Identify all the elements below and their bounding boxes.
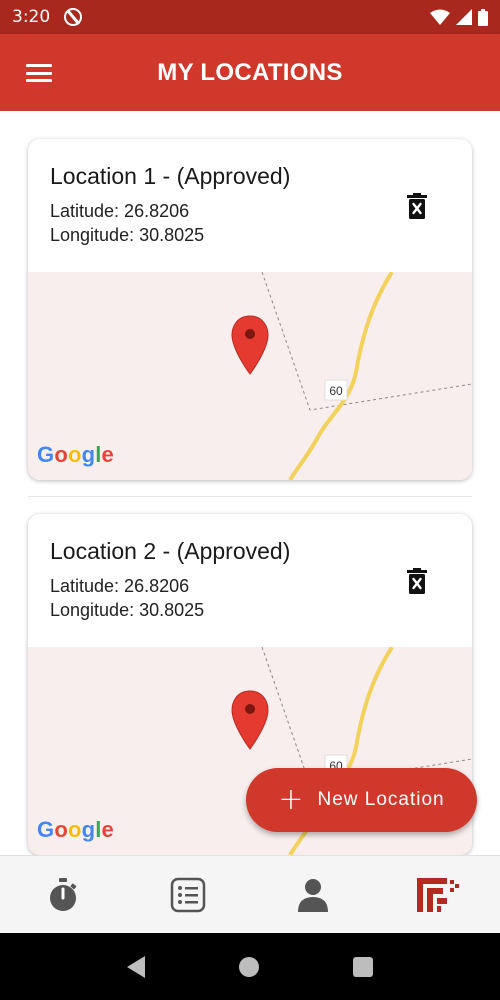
person-icon (297, 878, 328, 912)
map-view[interactable]: 60 Google (28, 272, 472, 480)
location-latitude: Latitude: 26.8206 (50, 576, 190, 596)
back-icon[interactable] (127, 955, 145, 978)
brand-logo-icon (416, 877, 459, 912)
location-name: Location 2 - (Approved) (50, 538, 291, 564)
nav-item-timer[interactable] (33, 865, 93, 925)
list-icon (170, 877, 205, 912)
plus-icon: + (278, 782, 304, 817)
location-longitude: Longitude: 30.8025 (50, 600, 205, 620)
road-label: 60 (329, 384, 343, 398)
wifi-icon (430, 9, 450, 25)
home-icon[interactable] (239, 956, 259, 977)
system-navigation-bar (0, 933, 500, 1000)
status-bar: 3:20 (0, 0, 500, 34)
bottom-navigation (0, 855, 500, 933)
status-icons (430, 8, 488, 26)
map-marker-icon[interactable] (231, 690, 269, 750)
location-info: Location 1 - (Approved) Latitude: 26.820… (28, 139, 472, 272)
page-title: MY LOCATIONS (157, 58, 343, 86)
battery-icon (478, 8, 488, 26)
delete-icon[interactable] (406, 568, 428, 594)
nav-item-locations[interactable] (408, 865, 468, 925)
app-bar: MY LOCATIONS (0, 34, 500, 111)
signal-icon (456, 9, 472, 25)
notification-icon (64, 8, 83, 26)
nav-item-profile[interactable] (283, 865, 343, 925)
locations-list[interactable]: Location 1 - (Approved) Latitude: 26.820… (0, 111, 500, 855)
divider (28, 496, 472, 497)
delete-icon[interactable] (406, 193, 428, 219)
hamburger-menu-icon[interactable] (26, 64, 52, 82)
location-name: Location 1 - (Approved) (50, 163, 291, 189)
location-info: Location 2 - (Approved) Latitude: 26.820… (28, 514, 472, 647)
status-time: 3:20 (12, 7, 51, 27)
google-logo: Google (37, 442, 114, 467)
stopwatch-icon (49, 877, 76, 911)
new-location-label: New Location (317, 789, 445, 810)
location-longitude: Longitude: 30.8025 (50, 225, 205, 245)
nav-item-list[interactable] (158, 865, 218, 925)
location-card[interactable]: Location 1 - (Approved) Latitude: 26.820… (28, 139, 472, 480)
map-marker-icon[interactable] (231, 315, 269, 375)
google-logo: Google (37, 817, 114, 842)
new-location-button[interactable]: + New Location (246, 768, 477, 832)
recent-apps-icon[interactable] (353, 956, 373, 977)
location-latitude: Latitude: 26.8206 (50, 201, 190, 221)
